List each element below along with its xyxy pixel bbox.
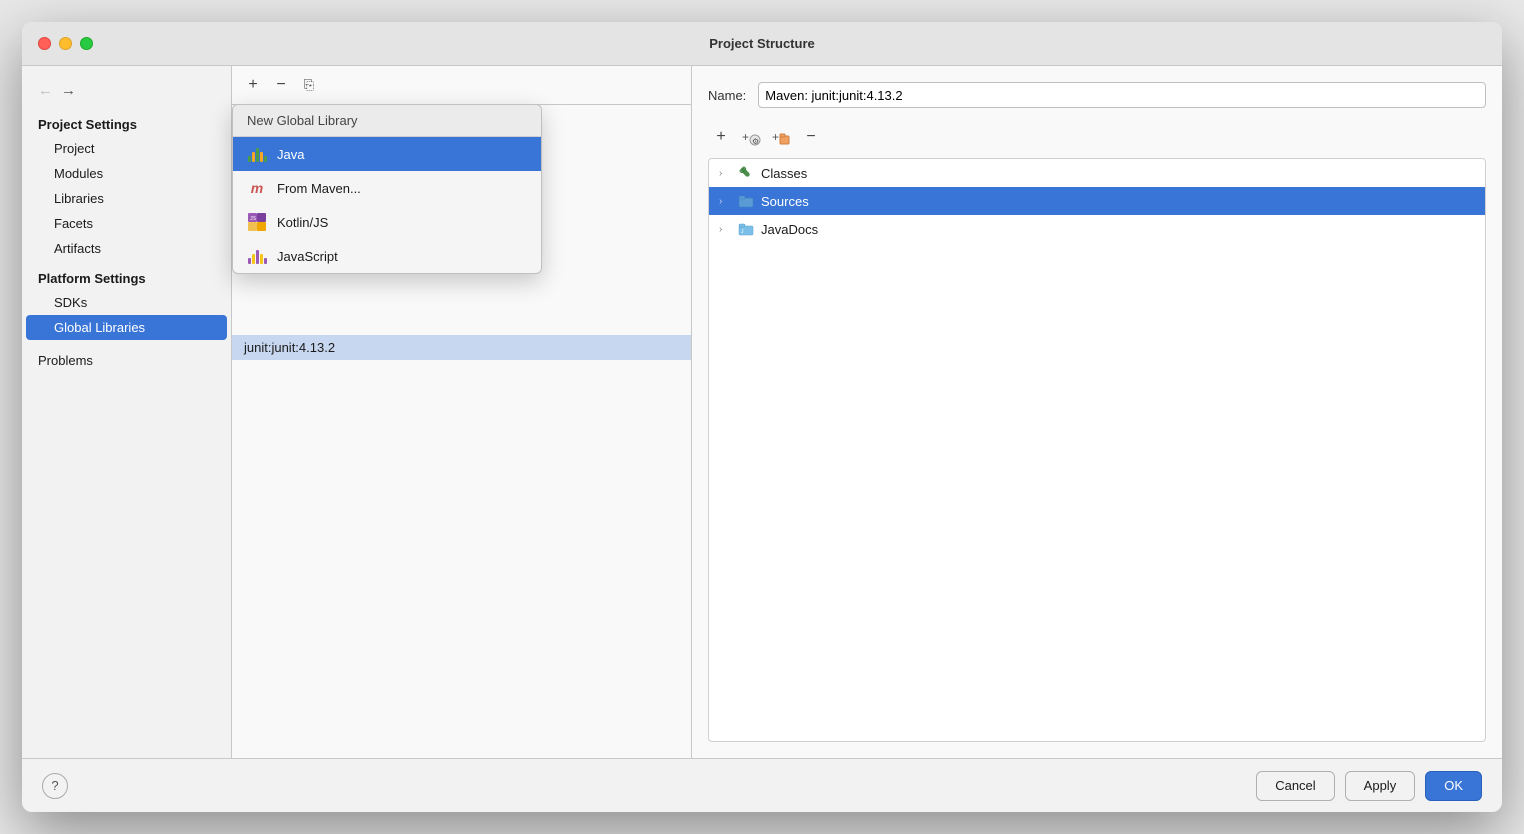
library-item-junit[interactable]: junit:junit:4.13.2 <box>232 335 691 360</box>
sidebar-item-sdks[interactable]: SDKs <box>22 290 231 315</box>
sources-chevron: › <box>719 196 731 207</box>
sidebar-item-artifacts[interactable]: Artifacts <box>22 236 231 261</box>
sidebar-item-project[interactable]: Project <box>22 136 231 161</box>
svg-text:+: + <box>742 130 749 144</box>
remove-button[interactable]: − <box>268 72 294 98</box>
javascript-icon <box>247 246 267 266</box>
project-structure-window: Project Structure ← → Project Settings P… <box>22 22 1502 812</box>
right-add-root-button[interactable]: + <box>768 124 794 150</box>
add-button[interactable]: + <box>240 72 266 98</box>
forward-arrow[interactable]: → <box>61 82 76 99</box>
window-title: Project Structure <box>709 36 814 51</box>
dropdown-header: New Global Library <box>233 105 541 137</box>
maximize-button[interactable] <box>80 37 93 50</box>
javadocs-icon: J <box>737 220 755 238</box>
right-add-button[interactable]: + <box>708 124 734 150</box>
svg-text:+: + <box>772 130 779 144</box>
sources-label: Sources <box>761 194 809 209</box>
tree-item-javadocs[interactable]: › J JavaDocs <box>709 215 1485 243</box>
cancel-button[interactable]: Cancel <box>1256 771 1334 801</box>
close-button[interactable] <box>38 37 51 50</box>
platform-settings-header: Platform Settings <box>22 261 231 290</box>
svg-text:⚙: ⚙ <box>752 137 759 146</box>
right-add-spec-button[interactable]: + ⚙ <box>738 124 764 150</box>
right-panel: Name: + + ⚙ + <box>692 66 1502 758</box>
right-remove-button[interactable]: − <box>798 124 824 150</box>
bottom-bar: ? Cancel Apply OK <box>22 758 1502 812</box>
name-input[interactable] <box>758 82 1486 108</box>
java-label: Java <box>277 147 304 162</box>
dropdown-item-kotlin-js[interactable]: JS Kotlin/JS <box>233 205 541 239</box>
project-settings-header: Project Settings <box>22 107 231 136</box>
back-arrow[interactable]: ← <box>38 82 53 99</box>
sidebar-item-facets[interactable]: Facets <box>22 211 231 236</box>
dropdown-item-from-maven[interactable]: m From Maven... <box>233 171 541 205</box>
name-row: Name: <box>708 82 1486 108</box>
right-panel-toolbar: + + ⚙ + − <box>708 124 1486 150</box>
javadocs-chevron: › <box>719 224 731 235</box>
center-toolbar: + − ⎘ <box>232 66 691 105</box>
javadocs-label: JavaDocs <box>761 222 818 237</box>
classes-icon <box>737 164 755 182</box>
sidebar-item-libraries[interactable]: Libraries <box>22 186 231 211</box>
title-bar: Project Structure <box>22 22 1502 66</box>
classes-chevron: › <box>719 168 731 179</box>
sidebar: ← → Project Settings Project Modules Lib… <box>22 66 232 758</box>
main-content: ← → Project Settings Project Modules Lib… <box>22 66 1502 758</box>
javascript-label: JavaScript <box>277 249 338 264</box>
name-label: Name: <box>708 88 746 103</box>
tree-item-sources[interactable]: › Sources <box>709 187 1485 215</box>
apply-button[interactable]: Apply <box>1345 771 1416 801</box>
maven-icon: m <box>247 178 267 198</box>
ok-button[interactable]: OK <box>1425 771 1482 801</box>
center-panel: + − ⎘ New Global Library <box>232 66 692 758</box>
bottom-actions: Cancel Apply OK <box>1256 771 1482 801</box>
classes-label: Classes <box>761 166 807 181</box>
copy-button[interactable]: ⎘ <box>296 72 322 98</box>
kotlin-js-label: Kotlin/JS <box>277 215 328 230</box>
classes-tree: › Classes › <box>708 158 1486 742</box>
from-maven-label: From Maven... <box>277 181 361 196</box>
svg-text:JS: JS <box>250 216 256 222</box>
sidebar-item-problems[interactable]: Problems <box>22 348 231 373</box>
dropdown-item-javascript[interactable]: JavaScript <box>233 239 541 273</box>
sources-icon <box>737 192 755 210</box>
help-button[interactable]: ? <box>42 773 68 799</box>
new-global-library-dropdown: New Global Library Java <box>232 104 542 274</box>
sidebar-item-global-libraries[interactable]: Global Libraries <box>26 315 227 340</box>
java-icon <box>247 144 267 164</box>
minimize-button[interactable] <box>59 37 72 50</box>
tree-item-classes[interactable]: › Classes <box>709 159 1485 187</box>
nav-back-forward: ← → <box>22 74 231 107</box>
sidebar-item-modules[interactable]: Modules <box>22 161 231 186</box>
traffic-lights <box>38 37 93 50</box>
kotlin-js-icon: JS <box>247 212 267 232</box>
dropdown-item-java[interactable]: Java <box>233 137 541 171</box>
